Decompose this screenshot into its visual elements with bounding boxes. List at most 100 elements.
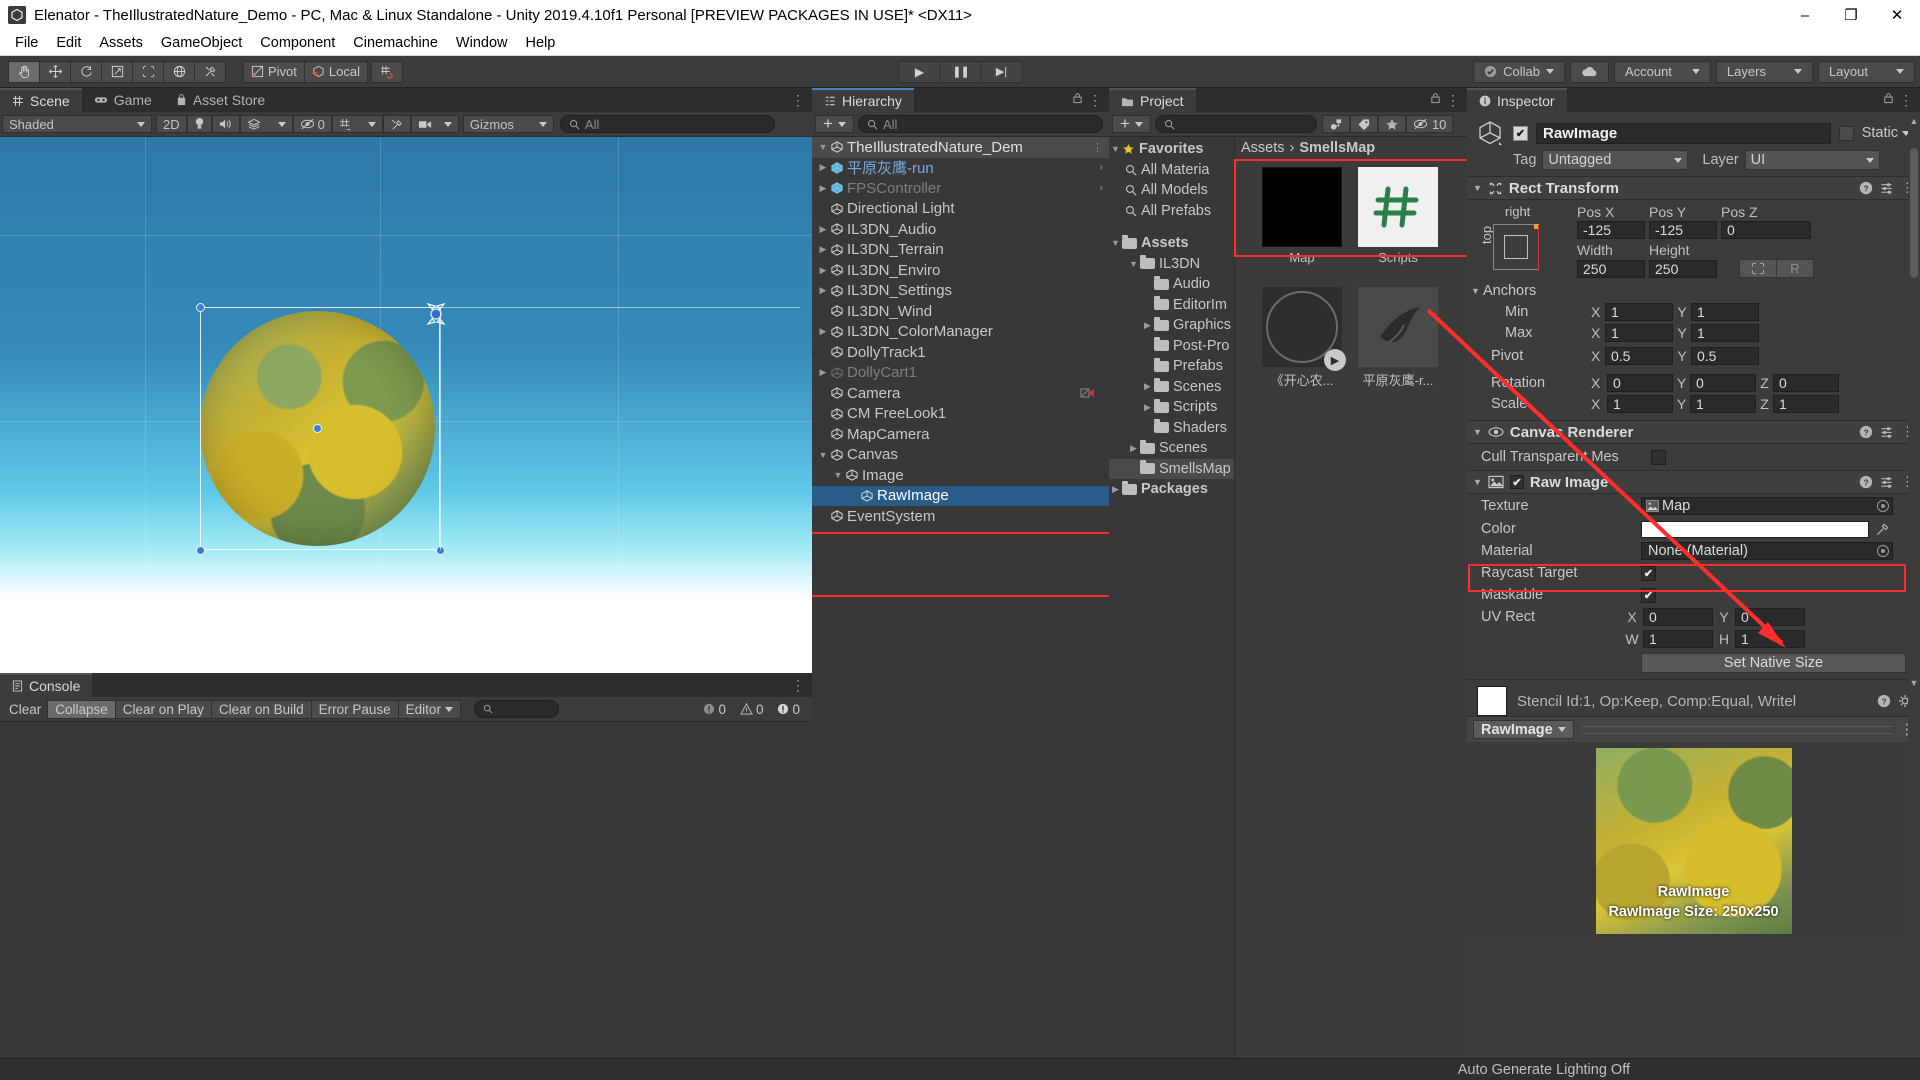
layers-button[interactable]: Layers <box>1715 60 1813 83</box>
hierarchy-item[interactable]: ▶ 平原灰鹰-run › <box>812 158 1109 179</box>
twisty-icon[interactable]: ▶ <box>1141 402 1154 413</box>
favorites-root[interactable]: ▼ Favorites <box>1109 139 1234 160</box>
preview-object-dropdown[interactable]: RawImage <box>1473 720 1574 739</box>
transform-tool-icon[interactable] <box>163 60 195 83</box>
menu-window[interactable]: Window <box>447 32 517 54</box>
gameobject-enabled-checkbox[interactable]: ✔ <box>1513 125 1528 141</box>
hierarchy-scene-root[interactable]: ▼ TheIllustratedNature_Dem ⋮ <box>812 137 1109 158</box>
clear-on-play-button[interactable]: Clear on Play <box>114 699 212 719</box>
project-folder-item[interactable]: ▼ IL3DN <box>1109 254 1234 275</box>
menu-gameobject[interactable]: GameObject <box>152 32 251 54</box>
hierarchy-item[interactable]: ▶ IL3DN_Terrain <box>812 240 1109 261</box>
scale-y-field[interactable]: 1 <box>1690 394 1756 413</box>
breadcrumb-smellsmap[interactable]: SmellsMap <box>1299 140 1375 156</box>
asset-item-model[interactable]: 平原灰鹰-r... <box>1353 287 1443 389</box>
menu-component[interactable]: Component <box>251 32 344 54</box>
twisty-icon[interactable]: ▶ <box>816 285 830 296</box>
tab-hierarchy[interactable]: Hierarchy <box>812 88 914 112</box>
help-icon[interactable]: ? <box>1859 181 1873 195</box>
close-button[interactable]: ✕ <box>1874 0 1920 30</box>
hierarchy-item[interactable]: ▶ IL3DN_Enviro <box>812 260 1109 281</box>
anchor-max-x-field[interactable]: 1 <box>1605 323 1673 342</box>
create-asset-button[interactable]: + <box>1112 115 1151 133</box>
hand-tool-icon[interactable] <box>8 60 40 83</box>
custom-tool-icon[interactable] <box>194 60 226 83</box>
open-prefab-icon[interactable]: › <box>1099 162 1103 174</box>
eyedropper-icon[interactable] <box>1875 522 1890 537</box>
hierarchy-item[interactable]: ▶ FPSController › <box>812 178 1109 199</box>
inspector-scrollbar[interactable]: ▲ ▼ <box>1908 112 1920 1080</box>
fx-dropdown[interactable] <box>239 115 293 133</box>
camera-preview-dropdown[interactable] <box>410 115 459 133</box>
project-asset-grid[interactable]: Assets › SmellsMap Map Scripts ▶ 《开心农...… <box>1234 137 1594 1080</box>
width-field[interactable]: 250 <box>1577 259 1645 278</box>
menu-help[interactable]: Help <box>516 32 564 54</box>
asset-item-audio[interactable]: ▶ 《开心农... <box>1257 287 1347 389</box>
tag-dropdown[interactable]: Untagged <box>1542 150 1689 170</box>
hidden-assets-toggle[interactable]: 10 <box>1405 115 1454 133</box>
twisty-icon[interactable]: ▶ <box>1141 381 1154 392</box>
maximize-button[interactable]: ❐ <box>1828 0 1874 30</box>
uv-y-field[interactable]: 0 <box>1735 608 1805 626</box>
project-folder-item[interactable]: Prefabs <box>1109 356 1234 377</box>
minimize-button[interactable]: – <box>1782 0 1828 30</box>
clear-on-build-button[interactable]: Clear on Build <box>210 699 312 719</box>
object-picker-icon[interactable] <box>1877 500 1889 512</box>
warning-count[interactable]: 0 <box>733 700 771 719</box>
pivot-x-field[interactable]: 0.5 <box>1605 346 1673 365</box>
lock-icon[interactable] <box>1883 92 1894 104</box>
twisty-icon[interactable]: ▶ <box>816 367 830 378</box>
raw-image-header[interactable]: ▼ ✔ Raw Image ? ⋮ <box>1467 470 1920 494</box>
gizmos-dropdown[interactable]: Gizmos <box>462 115 554 133</box>
layout-button[interactable]: Layout <box>1817 60 1915 83</box>
twisty-icon[interactable]: ▼ <box>1473 477 1482 487</box>
material-object-field[interactable]: None (Material) <box>1641 542 1893 560</box>
twisty-icon[interactable]: ▶ <box>1109 484 1122 495</box>
asset-item-map[interactable]: Map <box>1257 167 1347 265</box>
raw-image-enabled-checkbox[interactable]: ✔ <box>1509 475 1524 489</box>
tab-console[interactable]: Console <box>0 673 93 697</box>
hierarchy-item[interactable]: EventSystem <box>812 506 1109 527</box>
hierarchy-tree[interactable]: ▼ TheIllustratedNature_Dem ⋮ ▶ 平原灰鹰-run › ▶… <box>812 137 1109 1080</box>
object-picker-icon[interactable] <box>1877 545 1889 557</box>
preset-icon[interactable] <box>1880 475 1894 489</box>
twisty-icon[interactable]: ▼ <box>816 142 830 152</box>
pos-x-field[interactable]: -125 <box>1577 221 1645 239</box>
raycast-target-checkbox[interactable]: ✔ <box>1641 565 1656 581</box>
rot-y-field[interactable]: 0 <box>1690 373 1756 392</box>
project-favorite-item[interactable]: All Materia <box>1109 160 1234 181</box>
preset-icon[interactable] <box>1880 181 1894 195</box>
hidden-objects-toggle[interactable]: 0 <box>292 115 332 133</box>
scale-z-field[interactable]: 1 <box>1773 394 1839 413</box>
local-toggle[interactable]: Local <box>303 60 368 83</box>
color-swatch[interactable] <box>1641 520 1869 538</box>
shading-mode-dropdown[interactable]: Shaded <box>2 115 152 133</box>
menu-assets[interactable]: Assets <box>90 32 152 54</box>
pos-z-field[interactable]: 0 <box>1721 221 1811 239</box>
error-pause-button[interactable]: Error Pause <box>310 699 399 719</box>
uv-w-field[interactable]: 1 <box>1643 630 1713 648</box>
inspector-panel-menu-icon[interactable]: ⋮ <box>1899 92 1914 109</box>
hierarchy-item[interactable]: IL3DN_Wind <box>812 301 1109 322</box>
twisty-icon[interactable]: ▶ <box>816 224 830 235</box>
menu-edit[interactable]: Edit <box>47 32 90 54</box>
scale-x-field[interactable]: 1 <box>1607 394 1673 413</box>
play-button[interactable]: ▶ <box>898 60 941 83</box>
twisty-icon[interactable]: ▼ <box>1127 259 1140 269</box>
scene-search-input[interactable]: All <box>559 115 775 133</box>
height-field[interactable]: 250 <box>1649 259 1717 278</box>
console-mode-dropdown[interactable]: Editor <box>397 699 461 719</box>
hierarchy-item[interactable]: Camera <box>812 383 1109 404</box>
toggle-2d[interactable]: 2D <box>156 115 187 133</box>
hierarchy-item[interactable]: MapCamera <box>812 424 1109 445</box>
scale-tool-icon[interactable] <box>101 60 133 83</box>
anchor-min-x-field[interactable]: 1 <box>1605 302 1673 321</box>
twisty-icon[interactable]: ▶ <box>1141 320 1154 331</box>
rotate-tool-icon[interactable] <box>70 60 102 83</box>
project-folder-item[interactable]: Post-Pro <box>1109 336 1234 357</box>
project-folder-item[interactable]: EditorIm <box>1109 295 1234 316</box>
lock-icon[interactable] <box>1430 92 1441 104</box>
hierarchy-item[interactable]: CM FreeLook1 <box>812 404 1109 425</box>
project-folder-item[interactable]: SmellsMap <box>1109 458 1234 479</box>
static-checkbox[interactable] <box>1838 125 1854 141</box>
